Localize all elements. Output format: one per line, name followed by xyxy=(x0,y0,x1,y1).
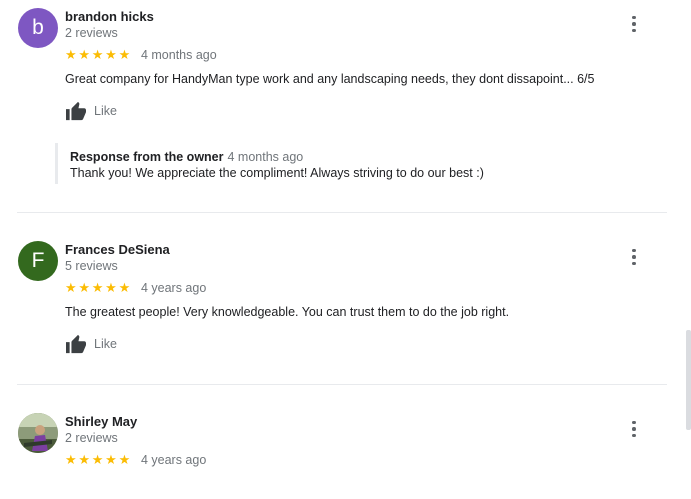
owner-response-title: Response from the owner xyxy=(70,150,224,164)
star-icon: ★ xyxy=(65,452,77,467)
star-icon: ★ xyxy=(105,452,117,467)
more-options-icon[interactable] xyxy=(626,247,642,267)
review-date: 4 years ago xyxy=(140,281,207,295)
review-date: 4 months ago xyxy=(140,48,217,62)
star-rating: ★ ★ ★ ★ ★ xyxy=(65,48,132,62)
star-icon: ★ xyxy=(78,452,91,467)
owner-response-header: Response from the owner 4 months ago xyxy=(70,148,303,166)
rating-row: ★ ★ ★ ★ ★ 4 years ago xyxy=(65,452,206,468)
star-icon: ★ xyxy=(65,47,77,62)
rating-row: ★ ★ ★ ★ ★ 4 years ago xyxy=(65,280,206,296)
more-options-icon[interactable] xyxy=(626,419,642,439)
like-label: Like xyxy=(94,337,117,351)
reviewer-name[interactable]: Frances DeSiena xyxy=(65,242,170,257)
owner-response-date: 4 months ago xyxy=(227,150,304,164)
review-count: 2 reviews xyxy=(65,26,118,40)
star-icon: ★ xyxy=(65,280,77,295)
rating-row: ★ ★ ★ ★ ★ 4 months ago xyxy=(65,47,217,63)
avatar[interactable]: F xyxy=(18,241,58,281)
star-rating: ★ ★ ★ ★ ★ xyxy=(65,453,132,467)
star-icon: ★ xyxy=(91,47,104,62)
reviewer-name[interactable]: Shirley May xyxy=(65,414,137,429)
scrollbar[interactable] xyxy=(686,330,691,430)
more-options-icon[interactable] xyxy=(626,14,642,34)
star-icon: ★ xyxy=(118,280,131,295)
star-rating: ★ ★ ★ ★ ★ xyxy=(65,281,132,295)
star-icon: ★ xyxy=(105,47,117,62)
review-card: Shirley May 2 reviews ★ ★ ★ ★ ★ 4 years ago xyxy=(0,385,680,481)
review-text: The greatest people! Very knowledgeable.… xyxy=(65,305,510,319)
star-icon: ★ xyxy=(78,280,91,295)
star-icon: ★ xyxy=(91,280,104,295)
review-count: 5 reviews xyxy=(65,259,118,273)
review-card: F Frances DeSiena 5 reviews ★ ★ ★ ★ ★ 4 year… xyxy=(0,213,680,384)
like-button[interactable]: Like xyxy=(65,333,117,355)
review-date: 4 years ago xyxy=(140,453,207,467)
star-icon: ★ xyxy=(118,452,131,467)
star-icon: ★ xyxy=(91,452,104,467)
review-card: b brandon hicks 2 reviews ★ ★ ★ ★ ★ 4 months… xyxy=(0,0,680,212)
like-button[interactable]: Like xyxy=(65,100,117,122)
star-icon: ★ xyxy=(78,47,91,62)
owner-response-text: Thank you! We appreciate the compliment!… xyxy=(70,166,484,180)
like-label: Like xyxy=(94,104,117,118)
avatar[interactable]: b xyxy=(18,8,58,48)
owner-response: Response from the owner 4 months ago Than… xyxy=(55,143,618,184)
review-text: Great company for HandyMan type work and… xyxy=(65,72,595,86)
thumbs-up-icon xyxy=(66,101,86,121)
review-count: 2 reviews xyxy=(65,431,118,445)
thumbs-up-icon xyxy=(66,334,86,354)
star-icon: ★ xyxy=(105,280,117,295)
avatar[interactable] xyxy=(18,413,58,453)
star-icon: ★ xyxy=(118,47,131,62)
profile-photo-icon xyxy=(18,413,58,453)
reviewer-name[interactable]: brandon hicks xyxy=(65,9,154,24)
